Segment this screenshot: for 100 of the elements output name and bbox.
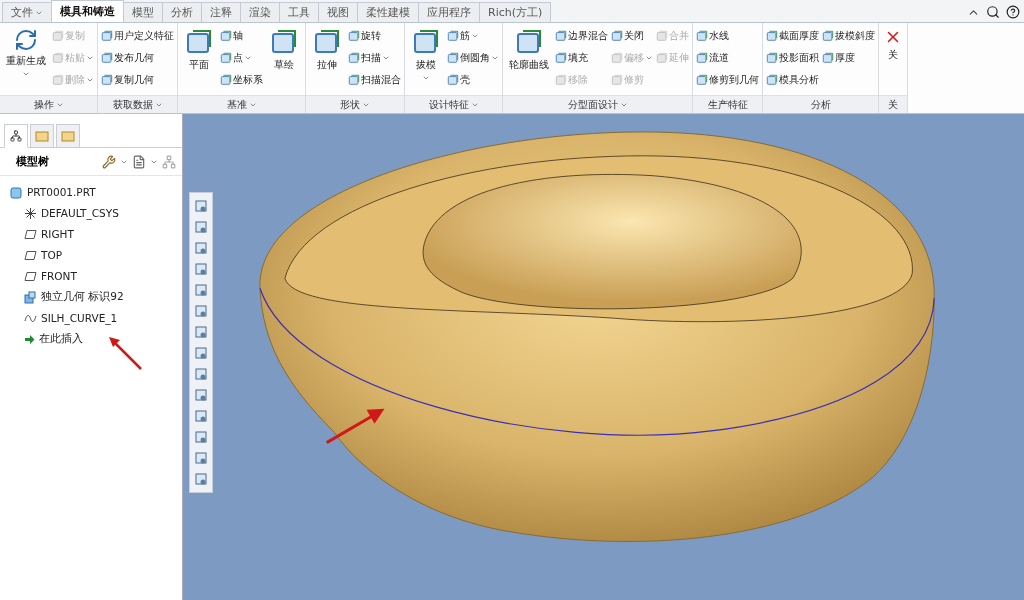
- tool-icon: [447, 30, 459, 42]
- ribbon-button[interactable]: 拔模: [408, 26, 444, 95]
- tool-icon: [412, 28, 440, 56]
- ribbon-tab[interactable]: 模具和铸造: [51, 0, 124, 22]
- folder-icon: [61, 130, 75, 142]
- ribbon-button[interactable]: 旋转: [348, 26, 401, 46]
- settings-icon[interactable]: [102, 154, 116, 169]
- group-label[interactable]: 获取数据: [98, 95, 177, 113]
- tree-item[interactable]: TOP: [6, 247, 176, 263]
- ribbon-button[interactable]: 重新生成: [3, 26, 49, 95]
- document-icon[interactable]: [132, 154, 146, 169]
- tree-item[interactable]: DEFAULT_CSYS: [6, 205, 176, 221]
- ribbon-button[interactable]: 截面厚度: [766, 26, 819, 46]
- ribbon-button[interactable]: 投影面积: [766, 48, 819, 68]
- tool-icon: [101, 74, 113, 86]
- ribbon-button[interactable]: 水线: [696, 26, 759, 46]
- ribbon-button[interactable]: 轮廓曲线: [506, 26, 552, 95]
- tree-item[interactable]: 在此插入: [6, 331, 176, 347]
- dropdown-caret-icon: [244, 54, 252, 62]
- dropdown-caret-icon: [645, 54, 653, 62]
- panel-tab[interactable]: [4, 124, 28, 148]
- ribbon-button[interactable]: 倒圆角: [447, 48, 499, 68]
- ribbon-button[interactable]: 轴: [220, 26, 263, 46]
- folder-icon: [35, 130, 49, 142]
- dropdown-caret-icon: [422, 74, 430, 82]
- tool-icon: [822, 30, 834, 42]
- ribbon-tab[interactable]: 分析: [162, 2, 202, 22]
- ribbon-button[interactable]: 平面: [181, 26, 217, 95]
- ribbon-button[interactable]: 修剪到几何: [696, 70, 759, 90]
- tool-icon: [348, 74, 360, 86]
- tool-icon: [348, 52, 360, 64]
- group-label[interactable]: 分型面设计: [503, 95, 692, 113]
- dropdown-caret-icon: [86, 76, 94, 84]
- dropdown-caret-icon: [86, 54, 94, 62]
- ribbon-button[interactable]: 壳: [447, 70, 499, 90]
- tool-icon: [696, 52, 708, 64]
- group-label[interactable]: 设计特征: [405, 95, 502, 113]
- ribbon-button[interactable]: 扫描混合: [348, 70, 401, 90]
- ribbon-tab[interactable]: 模型: [123, 2, 163, 22]
- ribbon-button[interactable]: 筋: [447, 26, 499, 46]
- search-icon[interactable]: [986, 5, 1000, 19]
- tool-icon: [101, 52, 113, 64]
- tool-icon: [348, 30, 360, 42]
- geometry-icon: [24, 290, 37, 304]
- ribbon-button[interactable]: 边界混合: [555, 26, 608, 46]
- ribbon-button[interactable]: 厚度: [822, 48, 875, 68]
- ribbon-button[interactable]: 关闭: [611, 26, 653, 46]
- ribbon-button[interactable]: 模具分析: [766, 70, 819, 90]
- ribbon-button[interactable]: 拉伸: [309, 26, 345, 95]
- tool-icon: [220, 52, 232, 64]
- panel-title: 模型树: [15, 154, 49, 169]
- ribbon-tab[interactable]: 应用程序: [418, 2, 480, 22]
- group-label[interactable]: 形状: [306, 95, 404, 113]
- dropdown-caret-icon: [471, 32, 479, 40]
- ribbon-button[interactable]: 流道: [696, 48, 759, 68]
- tool-icon: [101, 30, 113, 42]
- tool-icon: [766, 74, 778, 86]
- ribbon-tab[interactable]: Rich(方工): [479, 2, 552, 22]
- ribbon-tab[interactable]: 工具: [279, 2, 319, 22]
- ribbon-tab[interactable]: 渲染: [240, 2, 280, 22]
- ribbon-button[interactable]: 复制几何: [101, 70, 174, 90]
- ribbon-button[interactable]: 点: [220, 48, 263, 68]
- part-icon: [10, 185, 23, 199]
- ribbon-button[interactable]: 发布几何: [101, 48, 174, 68]
- tree-item[interactable]: FRONT: [6, 268, 176, 284]
- group-label: 生产特征: [693, 95, 762, 113]
- tree-item[interactable]: 独立几何 标识92: [6, 289, 176, 305]
- tool-icon: [696, 30, 708, 42]
- tool-icon: [766, 52, 778, 64]
- tool-icon: [766, 30, 778, 42]
- tree-item[interactable]: SILH_CURVE_1: [6, 310, 176, 326]
- ribbon-tab[interactable]: 文件: [2, 2, 52, 22]
- tool-icon: [555, 74, 567, 86]
- tool-icon: [555, 30, 567, 42]
- tree-item[interactable]: RIGHT: [6, 226, 176, 242]
- tool-icon: [656, 52, 668, 64]
- ribbon-button[interactable]: 用户定义特征: [101, 26, 174, 46]
- ribbon-button[interactable]: 填充: [555, 48, 608, 68]
- help-icon[interactable]: [1006, 5, 1020, 19]
- ribbon-button[interactable]: 扫描: [348, 48, 401, 68]
- tool-icon: [313, 28, 341, 56]
- arrow-icon: [24, 333, 35, 345]
- tree-icon[interactable]: [162, 154, 176, 169]
- dropdown-caret-icon: [22, 70, 30, 78]
- tool-icon: [696, 74, 708, 86]
- ribbon-button[interactable]: 草绘: [266, 26, 302, 95]
- tool-icon: [447, 52, 459, 64]
- ribbon-button[interactable]: 拔模斜度: [822, 26, 875, 46]
- ribbon-tab[interactable]: 柔性建模: [357, 2, 419, 22]
- tree-item[interactable]: PRT0001.PRT: [6, 184, 176, 200]
- ribbon-tab[interactable]: 注释: [201, 2, 241, 22]
- group-label[interactable]: 操作: [0, 95, 97, 113]
- arrow-annotation: [325, 408, 385, 444]
- group-label: 分析: [763, 95, 878, 113]
- ribbon-button[interactable]: 关: [882, 26, 904, 95]
- tree-icon: [10, 130, 22, 142]
- ribbon-button[interactable]: 坐标系: [220, 70, 263, 90]
- tool-icon: [611, 52, 623, 64]
- group-label[interactable]: 基准: [178, 95, 305, 113]
- ribbon-tab[interactable]: 视图: [318, 2, 358, 22]
